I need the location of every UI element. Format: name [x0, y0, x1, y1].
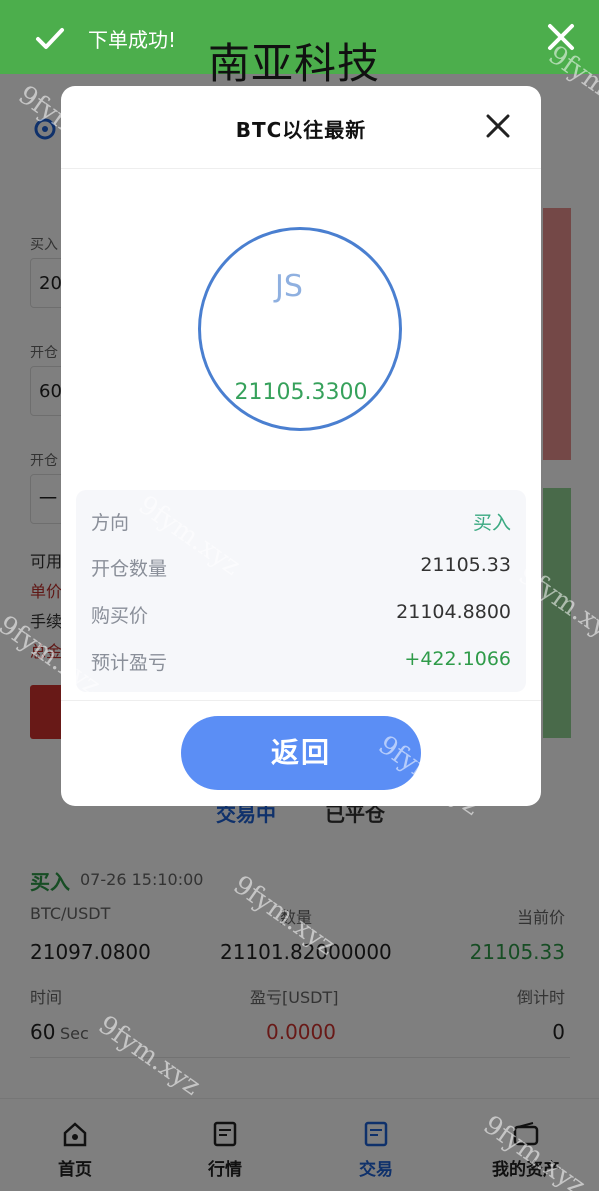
- modal-title: BTC以往最新: [235, 118, 367, 142]
- modal-header: BTC以往最新: [61, 86, 541, 169]
- direction-value: 买入: [472, 512, 511, 534]
- order-result-modal: BTC以往最新 JS 21105.3300 方向 买入 开仓数量 21105.3…: [61, 86, 541, 806]
- brand-overlay-text: 南亚科技: [208, 39, 381, 88]
- direction-key: 方向: [91, 512, 130, 534]
- ring-price: 21105.3300: [234, 380, 368, 405]
- close-icon[interactable]: [485, 113, 511, 139]
- ring-label: JS: [275, 269, 303, 304]
- check-icon: [34, 22, 66, 54]
- info-row-pnl: 预计盈亏 +422.1066: [91, 648, 511, 678]
- qty-value: 21105.33: [420, 554, 511, 576]
- info-row-price: 购买价 21104.8800: [91, 601, 511, 631]
- qty-key: 开仓数量: [91, 558, 168, 580]
- price-value: 21104.8800: [396, 601, 511, 623]
- info-row-qty: 开仓数量 21105.33: [91, 554, 511, 584]
- pnl-key: 预计盈亏: [91, 652, 168, 674]
- toast-message: 下单成功!: [88, 28, 177, 52]
- pnl-value: +422.1066: [404, 648, 511, 670]
- modal-divider: [61, 700, 541, 701]
- price-key: 购买价: [91, 605, 149, 627]
